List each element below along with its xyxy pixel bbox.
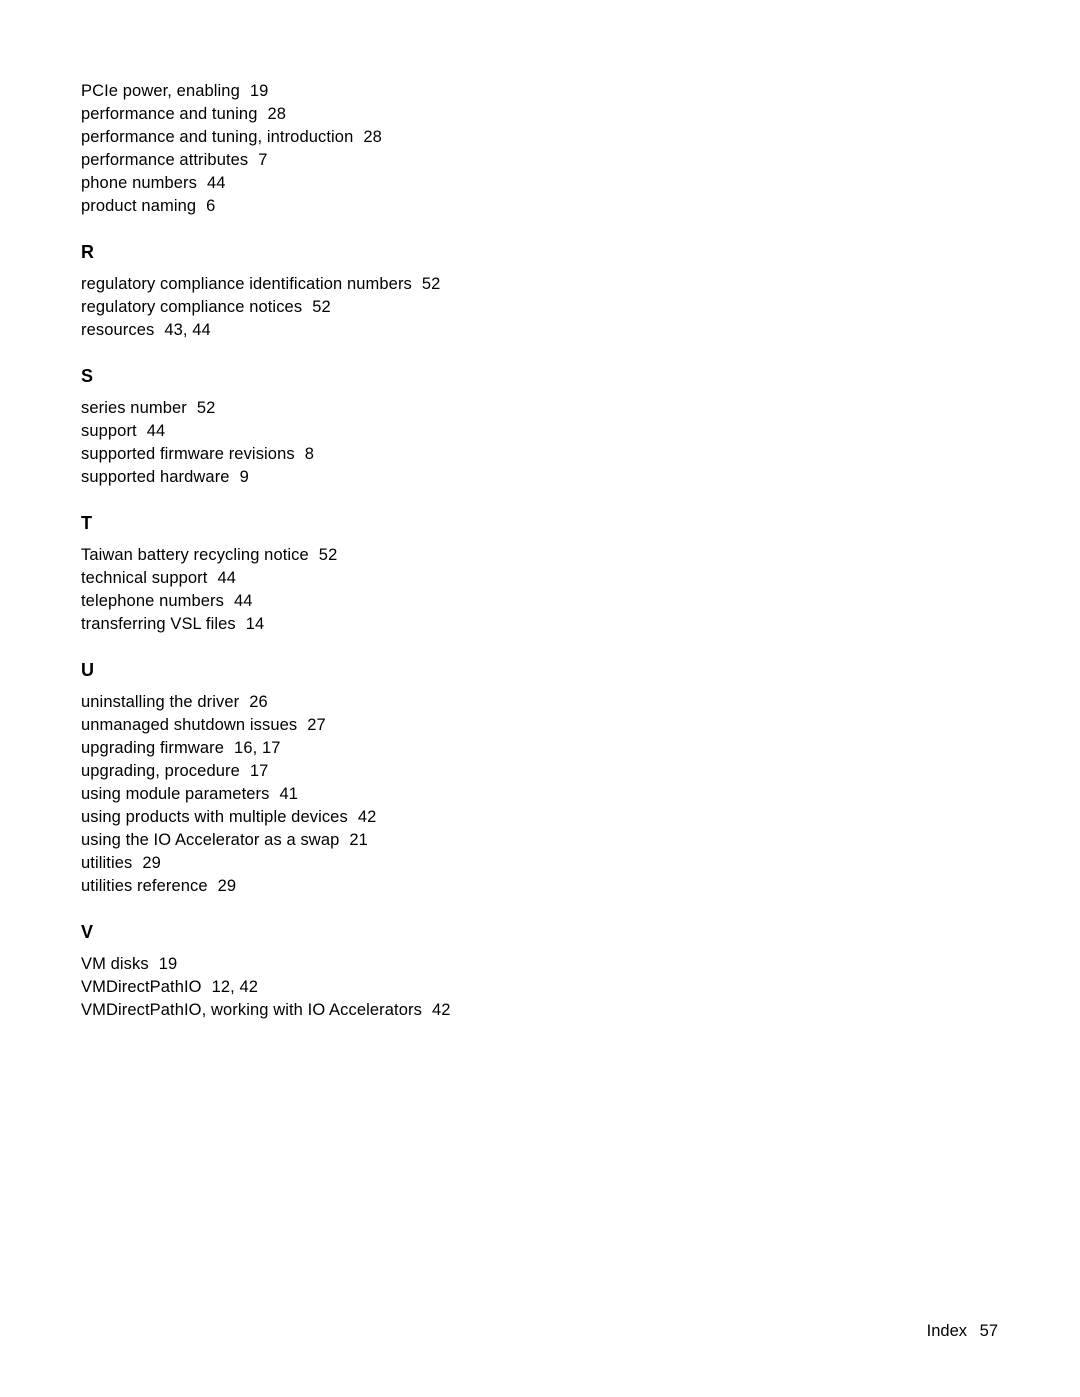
footer-page-number: 57 bbox=[980, 1322, 998, 1340]
index-entry-term: support bbox=[81, 422, 137, 440]
index-entry: Taiwan battery recycling notice 52 bbox=[81, 544, 981, 567]
index-entry-pages: 19 bbox=[159, 955, 178, 973]
page-footer: Index 57 bbox=[927, 1322, 998, 1341]
index-entry-term: VMDirectPathIO, working with IO Accelera… bbox=[81, 1001, 422, 1019]
index-entry-term: upgrading firmware bbox=[81, 739, 224, 757]
index-entry-pages: 6 bbox=[206, 197, 215, 215]
index-entry-term: VM disks bbox=[81, 955, 149, 973]
index-entry-term: transferring VSL files bbox=[81, 615, 236, 633]
index-entry-term: using module parameters bbox=[81, 785, 269, 803]
index-entry: using the IO Accelerator as a swap 21 bbox=[81, 829, 981, 852]
index-entry-pages: 42 bbox=[432, 1001, 451, 1019]
index-entry: transferring VSL files 14 bbox=[81, 613, 981, 636]
index-entry: support 44 bbox=[81, 420, 981, 443]
index-entry-pages: 44 bbox=[234, 592, 253, 610]
index-entry: performance attributes 7 bbox=[81, 149, 981, 172]
index-entry-pages: 41 bbox=[279, 785, 298, 803]
index-entry-term: PCIe power, enabling bbox=[81, 82, 240, 100]
index-entry-pages: 27 bbox=[307, 716, 326, 734]
index-content: PCIe power, enabling 19 performance and tu… bbox=[0, 0, 981, 1022]
index-entry-pages: 26 bbox=[249, 693, 268, 711]
index-entry-term: using the IO Accelerator as a swap bbox=[81, 831, 339, 849]
index-entry-pages: 9 bbox=[240, 468, 249, 486]
index-entry-term: telephone numbers bbox=[81, 592, 224, 610]
index-entry-term: utilities bbox=[81, 854, 132, 872]
index-entry: regulatory compliance notices 52 bbox=[81, 296, 981, 319]
index-heading: T bbox=[81, 513, 981, 534]
index-entry-term: technical support bbox=[81, 569, 207, 587]
index-entry-term: upgrading, procedure bbox=[81, 762, 240, 780]
index-heading: U bbox=[81, 660, 981, 681]
index-entry: telephone numbers 44 bbox=[81, 590, 981, 613]
index-entry: using module parameters 41 bbox=[81, 783, 981, 806]
index-entry: supported hardware 9 bbox=[81, 466, 981, 489]
index-entry: supported firmware revisions 8 bbox=[81, 443, 981, 466]
index-entry: regulatory compliance identification num… bbox=[81, 273, 981, 296]
index-entry-term: supported hardware bbox=[81, 468, 230, 486]
index-entry-pages: 42 bbox=[358, 808, 377, 826]
index-entry: VMDirectPathIO 12, 42 bbox=[81, 976, 981, 999]
index-entry: resources 43, 44 bbox=[81, 319, 981, 342]
index-entry: VMDirectPathIO, working with IO Accelera… bbox=[81, 999, 981, 1022]
footer-label: Index bbox=[927, 1322, 967, 1340]
index-entry-term: resources bbox=[81, 321, 154, 339]
index-entry-term: performance and tuning, introduction bbox=[81, 128, 353, 146]
index-entry-term: using products with multiple devices bbox=[81, 808, 348, 826]
index-entry-pages: 52 bbox=[422, 275, 441, 293]
index-entry: uninstalling the driver 26 bbox=[81, 691, 981, 714]
index-entry-pages: 52 bbox=[312, 298, 331, 316]
index-entry: performance and tuning 28 bbox=[81, 103, 981, 126]
index-entry-pages: 28 bbox=[267, 105, 286, 123]
index-entry-pages: 21 bbox=[349, 831, 368, 849]
index-entry: VM disks 19 bbox=[81, 953, 981, 976]
index-entry-pages: 29 bbox=[142, 854, 161, 872]
index-entry-term: VMDirectPathIO bbox=[81, 978, 202, 996]
index-entry-term: regulatory compliance notices bbox=[81, 298, 302, 316]
index-entry-pages: 44 bbox=[147, 422, 166, 440]
index-entry: unmanaged shutdown issues 27 bbox=[81, 714, 981, 737]
index-entry-term: unmanaged shutdown issues bbox=[81, 716, 297, 734]
index-entry-pages: 44 bbox=[207, 174, 226, 192]
index-entry: upgrading, procedure 17 bbox=[81, 760, 981, 783]
index-entry-term: series number bbox=[81, 399, 187, 417]
index-entry-pages: 7 bbox=[258, 151, 267, 169]
index-entry-pages: 14 bbox=[246, 615, 265, 633]
index-entry-pages: 52 bbox=[319, 546, 338, 564]
index-entry-term: supported firmware revisions bbox=[81, 445, 295, 463]
index-entry-term: Taiwan battery recycling notice bbox=[81, 546, 309, 564]
index-heading: R bbox=[81, 242, 981, 263]
index-entry-term: performance and tuning bbox=[81, 105, 257, 123]
index-entry: upgrading firmware 16, 17 bbox=[81, 737, 981, 760]
index-entry: technical support 44 bbox=[81, 567, 981, 590]
index-entry-pages: 52 bbox=[197, 399, 216, 417]
index-entry: using products with multiple devices 42 bbox=[81, 806, 981, 829]
index-entry-pages: 8 bbox=[305, 445, 314, 463]
index-entry-pages: 44 bbox=[217, 569, 236, 587]
index-entry: utilities 29 bbox=[81, 852, 981, 875]
index-entry: PCIe power, enabling 19 bbox=[81, 80, 981, 103]
index-heading: S bbox=[81, 366, 981, 387]
index-entry: series number 52 bbox=[81, 397, 981, 420]
index-entry-term: regulatory compliance identification num… bbox=[81, 275, 412, 293]
index-entry-term: utilities reference bbox=[81, 877, 208, 895]
index-heading: V bbox=[81, 922, 981, 943]
index-entry-pages: 28 bbox=[363, 128, 382, 146]
index-entry: performance and tuning, introduction 28 bbox=[81, 126, 981, 149]
index-entry-term: performance attributes bbox=[81, 151, 248, 169]
index-entry-pages: 17 bbox=[250, 762, 269, 780]
index-entry-pages: 16, 17 bbox=[234, 739, 280, 757]
index-entry: utilities reference 29 bbox=[81, 875, 981, 898]
index-entry-pages: 12, 42 bbox=[212, 978, 258, 996]
index-entry-pages: 19 bbox=[250, 82, 269, 100]
index-entry: product naming 6 bbox=[81, 195, 981, 218]
index-entry-pages: 43, 44 bbox=[164, 321, 210, 339]
index-entry: phone numbers 44 bbox=[81, 172, 981, 195]
index-entry-term: phone numbers bbox=[81, 174, 197, 192]
index-entry-term: product naming bbox=[81, 197, 196, 215]
index-entry-term: uninstalling the driver bbox=[81, 693, 239, 711]
index-entry-pages: 29 bbox=[218, 877, 237, 895]
